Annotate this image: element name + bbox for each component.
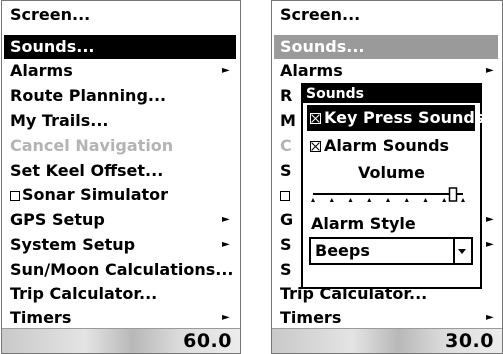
menu-item-timers[interactable]: Timers ►	[274, 306, 498, 330]
submenu-arrow-icon: ►	[486, 214, 494, 225]
submenu-arrow-icon: ►	[222, 65, 230, 76]
slider-tick	[367, 198, 372, 202]
sounds-menu-screen: Screen... Sounds... Alarms ► R M C S G ► S…	[271, 0, 503, 354]
slider-tick	[348, 198, 353, 202]
menu-item-alarms[interactable]: Alarms ►	[274, 59, 498, 83]
menu-item-trip-calculator[interactable]: Trip Calculator...	[4, 282, 236, 306]
menu-item-sonar-simulator[interactable]: Sonar Simulator	[4, 183, 236, 207]
menu-item-sun-moon-calculations[interactable]: Sun/Moon Calculations...	[4, 258, 236, 282]
checkbox-icon[interactable]	[10, 191, 20, 201]
slider-tick	[442, 198, 447, 202]
alarm-sounds-checkbox[interactable]: Alarm Sounds	[307, 133, 475, 159]
submenu-arrow-icon: ►	[222, 312, 230, 323]
menu-item-sounds[interactable]: Sounds...	[4, 35, 236, 59]
chevron-down-icon	[458, 249, 466, 254]
menu-item-timers[interactable]: Timers ►	[4, 306, 236, 330]
slider-tick	[423, 198, 428, 202]
alarm-style-label: Alarm Style	[311, 214, 416, 233]
depth-readout: 60.0	[183, 330, 232, 352]
depth-readout: 30.0	[445, 330, 494, 352]
submenu-arrow-icon: ►	[222, 239, 230, 250]
menu-item-cancel-navigation: Cancel Navigation	[10, 136, 174, 155]
menu-item-route-planning[interactable]: Route Planning...	[4, 84, 236, 108]
menu-item-alarms[interactable]: Alarms ►	[4, 59, 236, 83]
main-menu-screen: Screen... Sounds... Alarms ► Route Planni…	[1, 0, 241, 354]
menu-item-screen[interactable]: Screen...	[274, 3, 498, 27]
volume-slider[interactable]	[311, 187, 473, 207]
checked-box-icon	[310, 113, 321, 124]
checkbox-icon[interactable]	[280, 191, 290, 201]
slider-tick	[404, 198, 409, 202]
menu-item-set-keel-offset[interactable]: Set Keel Offset...	[4, 159, 236, 183]
key-press-sounds-checkbox[interactable]: Key Press Sounds	[307, 105, 484, 131]
volume-label: Volume	[358, 163, 425, 182]
dialog-title: Sounds	[303, 85, 480, 103]
submenu-arrow-icon: ►	[486, 65, 494, 76]
sounds-dialog: Sounds Key Press Sounds Alarm Sounds Vol…	[301, 83, 484, 289]
status-bar: 60.0	[2, 328, 240, 353]
alarm-style-value: Beeps	[315, 241, 370, 260]
menu-item-my-trails[interactable]: My Trails...	[4, 109, 236, 133]
status-bar: 30.0	[272, 328, 502, 353]
menu-item-sounds[interactable]: Sounds...	[274, 35, 498, 59]
submenu-arrow-icon: ►	[222, 214, 230, 225]
menu-item-screen[interactable]: Screen...	[4, 3, 236, 27]
dropdown-button[interactable]	[453, 239, 471, 263]
submenu-arrow-icon: ►	[486, 312, 494, 323]
checked-box-icon	[310, 141, 321, 152]
slider-thumb[interactable]	[448, 187, 458, 202]
slider-tick	[311, 198, 315, 202]
slider-tick	[461, 198, 465, 202]
slider-tick	[329, 198, 334, 202]
menu-item-system-setup[interactable]: System Setup ►	[4, 233, 236, 257]
alarm-style-dropdown[interactable]: Beeps	[309, 237, 473, 265]
submenu-arrow-icon: ►	[486, 239, 494, 250]
menu-item-gps-setup[interactable]: GPS Setup ►	[4, 208, 236, 232]
slider-tick	[386, 198, 390, 202]
